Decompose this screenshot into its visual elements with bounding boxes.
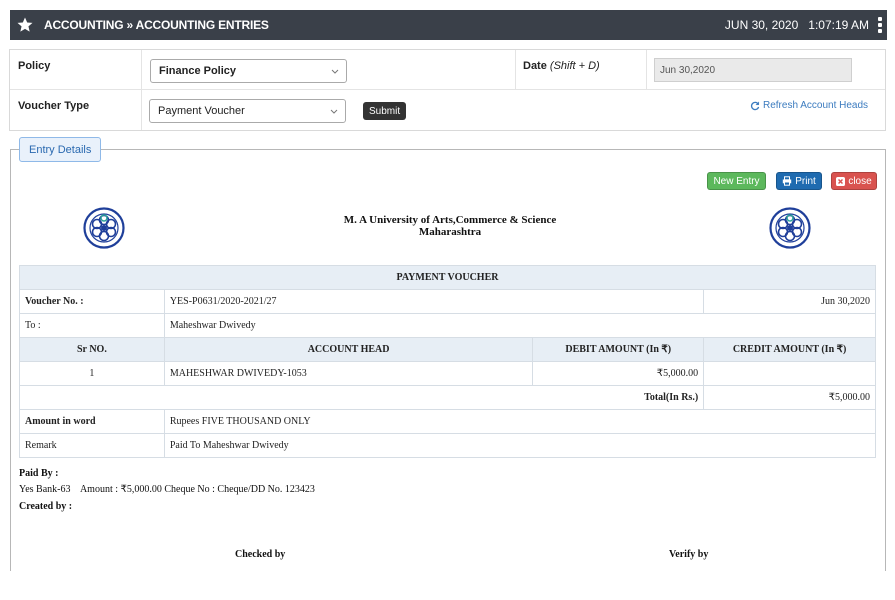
university-state: Maharashtra: [418, 226, 482, 238]
voucher-type-select-value: Payment Voucher: [158, 105, 245, 117]
paid-by-label: Paid By :: [19, 468, 59, 479]
table-row: Total(In Rs.) ₹5,000.00: [18, 385, 876, 410]
to-label: To :: [19, 313, 165, 338]
table-header-row: Sr NO. ACCOUNT HEAD DEBIT AMOUNT (In ₹) …: [19, 337, 876, 362]
page-header: ACCOUNTING » ACCOUNTING ENTRIES JUN 30, …: [10, 10, 887, 40]
debit-amount-cell: ₹5,000.00: [532, 361, 705, 386]
printer-icon: [783, 176, 792, 186]
star-icon[interactable]: [16, 16, 34, 34]
datetime: JUN 30, 2020 1:07:19 AM: [724, 18, 869, 32]
checked-by-label: Checked by: [235, 549, 286, 560]
print-button[interactable]: Print: [776, 172, 822, 190]
voucher-no-label: Voucher No. :: [19, 289, 165, 314]
total-label: Total(In Rs.): [18, 385, 705, 410]
column-header: CREDIT AMOUNT (In ₹): [703, 337, 876, 362]
voucher-type-label: Voucher Type: [18, 100, 90, 112]
column-header: DEBIT AMOUNT (In ₹): [532, 337, 705, 362]
policy-select[interactable]: Finance Policy: [150, 59, 347, 83]
page-title: ACCOUNTING » ACCOUNTING ENTRIES: [44, 18, 269, 32]
remark-label: Remark: [19, 433, 165, 458]
voucher-heading: PAYMENT VOUCHER: [19, 265, 876, 290]
voucher-type-select[interactable]: Payment Voucher: [149, 99, 346, 123]
print-label: Print: [795, 175, 816, 187]
close-label: close: [848, 175, 872, 187]
amount-in-word: Rupees FIVE THOUSAND ONLY: [163, 409, 877, 434]
table-row: To : Maheshwar Dwivedy: [19, 313, 877, 338]
amount-in-word-label: Amount in word: [19, 409, 165, 434]
date-shortcut-hint: (Shift + D): [549, 60, 600, 72]
refresh-label: Refresh Account Heads: [763, 100, 869, 111]
sr-no-cell: 1: [19, 361, 165, 386]
verify-by-label: Verify by: [669, 549, 709, 560]
close-button[interactable]: close: [831, 172, 877, 190]
paid-by-detail: Yes Bank-63 Amount : ₹5,000.00 Cheque No…: [19, 484, 315, 495]
column-header: ACCOUNT HEAD: [163, 337, 534, 362]
remark-value: Paid To Maheshwar Dwivedy: [163, 433, 877, 458]
university-heading: M. A University of Arts,Commerce & Scien…: [250, 214, 650, 238]
university-name: M. A University of Arts,Commerce & Scien…: [343, 214, 557, 226]
chevron-down-icon: [331, 69, 339, 74]
policy-select-value: Finance Policy: [159, 65, 237, 77]
column-header: Sr NO.: [19, 337, 165, 362]
table-row: 1 MAHESHWAR DWIVEDY-1053 ₹5,000.00: [19, 361, 876, 386]
table-row: Remark Paid To Maheshwar Dwivedy: [19, 433, 877, 458]
submit-button[interactable]: Submit: [363, 102, 407, 120]
voucher-date: Jun 30,2020: [703, 289, 876, 314]
table-row: Voucher No. : YES-P0631/2020-2021/27 Jun…: [19, 289, 876, 314]
to-value: Maheshwar Dwivedy: [163, 313, 877, 338]
voucher-table: PAYMENT VOUCHER Voucher No. : YES-P0631/…: [18, 265, 877, 458]
new-entry-button[interactable]: New Entry: [707, 172, 766, 190]
created-by-label: Created by :: [19, 501, 73, 512]
total-credit: ₹5,000.00: [703, 385, 876, 410]
voucher-no: YES-P0631/2020-2021/27: [163, 289, 705, 314]
tab-entry-details[interactable]: Entry Details: [19, 137, 102, 162]
refresh-icon: [750, 101, 760, 110]
close-x-icon: [836, 176, 846, 186]
kebab-menu-icon[interactable]: [878, 17, 882, 33]
chevron-down-icon: [330, 109, 338, 114]
university-logo: [769, 207, 811, 249]
account-head-cell: MAHESHWAR DWIVEDY-1053: [163, 361, 534, 386]
credit-amount-cell: [703, 361, 876, 386]
table-row: Amount in word Rupees FIVE THOUSAND ONLY: [19, 409, 877, 434]
date-label: Date (Shift + D): [523, 60, 600, 72]
refresh-account-heads-link[interactable]: Refresh Account Heads: [750, 100, 868, 111]
policy-label: Policy: [18, 60, 51, 72]
voucher-filter-form: Policy Finance Policy Date (Shift + D) J…: [9, 49, 886, 131]
university-logo: [83, 207, 125, 249]
date-field[interactable]: Jun 30,2020: [654, 58, 852, 82]
